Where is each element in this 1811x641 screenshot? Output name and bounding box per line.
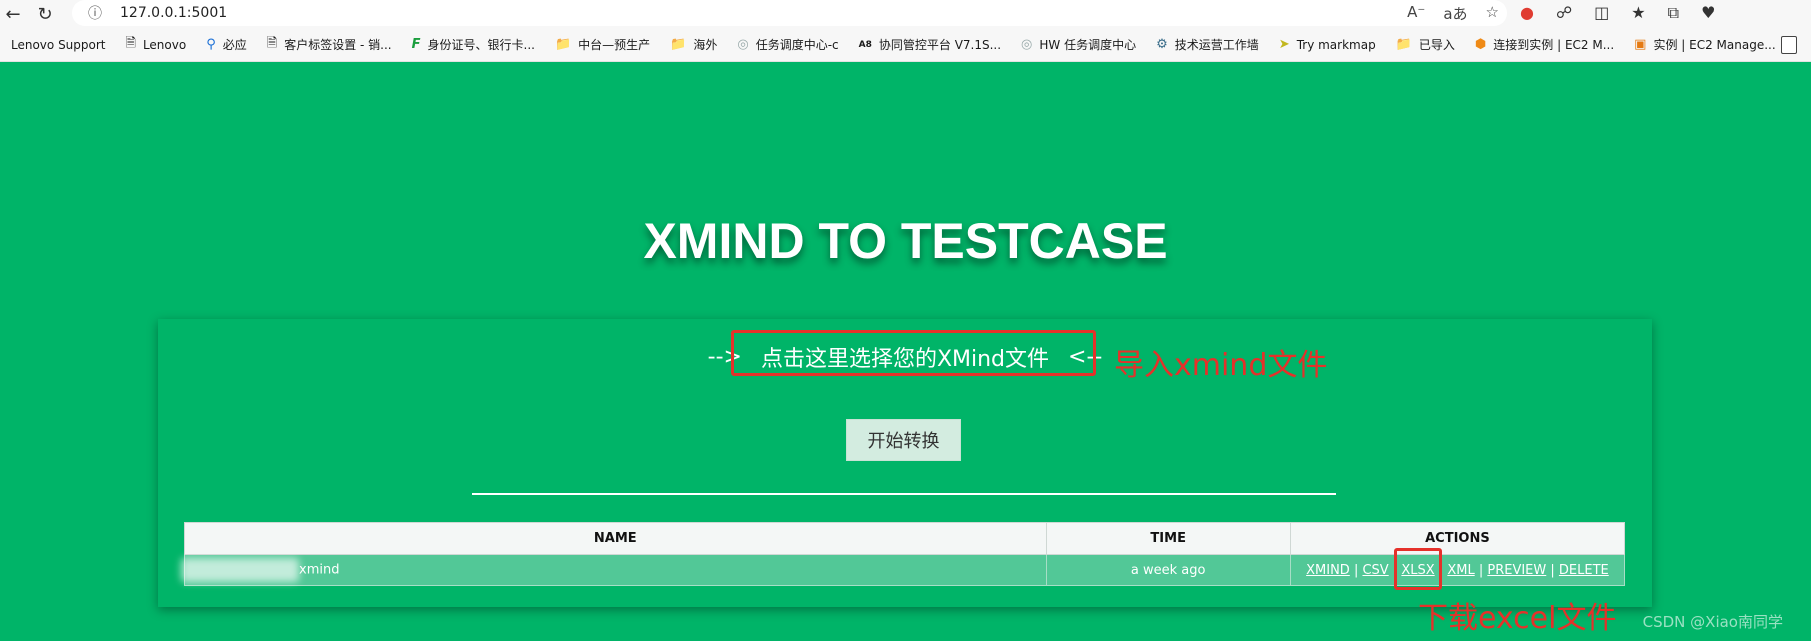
bookmark-customer-tags[interactable]: 🗎 客户标签设置 - 销...: [267, 34, 392, 56]
info-icon[interactable]: ⓘ: [88, 3, 102, 23]
bookmark-overseas-folder[interactable]: 📁 海外: [670, 36, 717, 53]
file-actions-cell: XMIND | CSV | XLSX | XML | PREVIEW | DEL…: [1289, 554, 1626, 586]
bookmark-tech-ops[interactable]: ⚙ 技术运营工作墙: [1156, 36, 1259, 53]
page-title: XMIND TO TESTCASE: [643, 213, 1168, 269]
preview-link[interactable]: PREVIEW: [1487, 563, 1546, 578]
import-annotation: 导入xmind文件: [1114, 348, 1328, 383]
column-header-actions: ACTIONS: [1289, 522, 1626, 555]
ops-icon: ⚙: [1156, 37, 1168, 52]
search-icon: ⚲: [206, 37, 216, 52]
arrow-left-icon: ←: [5, 3, 21, 25]
bookmark-lenovo[interactable]: 🗎 Lenovo: [126, 34, 187, 56]
collections-icon[interactable]: ⧉: [1668, 3, 1679, 23]
watermark: CSDN @Xiao南同学: [1642, 613, 1783, 631]
globe-icon: ◎: [1021, 37, 1033, 52]
browser-essentials-icon[interactable]: ♥: [1701, 3, 1715, 23]
favorites-list-icon[interactable]: ★: [1631, 3, 1645, 23]
upload-highlight-box: [731, 330, 1096, 376]
bookmark-bing[interactable]: ⚲ 必应: [206, 36, 247, 53]
download-xmind-link[interactable]: XMIND: [1306, 563, 1350, 578]
column-header-time: TIME: [1045, 522, 1291, 555]
bookmark-imported-folder[interactable]: 📁 已导入: [1396, 36, 1455, 53]
folder-icon: 📁: [554, 37, 572, 52]
cube-icon: ⬢: [1474, 37, 1487, 52]
file-name-cell: xmind: [181, 554, 1047, 586]
favorite-star-icon[interactable]: ☆: [1486, 3, 1499, 24]
bookmark-preprod-folder[interactable]: 📁 中台—预生产: [555, 36, 650, 53]
refresh-icon: ↻: [37, 3, 53, 25]
xlsx-highlight-box: [1394, 548, 1442, 590]
page-icon: 🗎: [266, 35, 278, 51]
back-button[interactable]: ←: [2, 3, 24, 25]
download-annotation: 下载excel文件: [1418, 601, 1617, 636]
divider: [472, 493, 1336, 495]
download-xml-link[interactable]: XML: [1447, 563, 1474, 578]
a8-logo-icon: A8: [858, 39, 872, 50]
markmap-icon: ➤: [1278, 37, 1290, 52]
refresh-button[interactable]: ↻: [34, 3, 56, 25]
bookmark-id-number[interactable]: F 身份证号、银行卡...: [412, 36, 535, 53]
file-name: xmind: [299, 562, 340, 578]
address-bar-area: ← ↻ ⓘ 127.0.0.1:5001 A⁻ aあ ☆ ● ☍ ◫ ★ ⧉ ♥: [0, 0, 1811, 28]
bookmark-task-scheduler-c[interactable]: ◎ 任务调度中心-c: [737, 36, 838, 53]
url-bar[interactable]: ⓘ 127.0.0.1:5001 A⁻ aあ ☆: [72, 0, 1507, 26]
bookmark-markmap[interactable]: ➤ Try markmap: [1279, 37, 1376, 52]
globe-icon: ◎: [737, 37, 749, 52]
page-icon: 🗎: [125, 35, 136, 51]
bookmark-collab-platform[interactable]: A8 协同管控平台 V7.1S...: [859, 36, 1001, 53]
read-aloud-icon[interactable]: A⁻: [1407, 3, 1425, 24]
extensions-puzzle-icon[interactable]: ☍: [1556, 3, 1572, 23]
f-logo-icon: F: [411, 37, 421, 52]
redacted-filename: [181, 558, 299, 582]
file-time-cell: a week ago: [1045, 554, 1291, 586]
column-header-name: NAME: [184, 522, 1047, 555]
extension-red-icon[interactable]: ●: [1520, 3, 1534, 23]
translate-icon[interactable]: aあ: [1443, 3, 1467, 24]
delete-link[interactable]: DELETE: [1559, 563, 1609, 578]
bookmarks-overflow-icon[interactable]: [1781, 36, 1797, 54]
split-screen-icon[interactable]: ◫: [1594, 3, 1609, 23]
bookmark-ec2-instances[interactable]: ▣ 实例 | EC2 Manage...: [1634, 36, 1776, 53]
bookmarks-bar: Lenovo Support 🗎 Lenovo ⚲ 必应 🗎 客户标签设置 - 销..…: [0, 28, 1811, 62]
start-convert-button[interactable]: 开始转换: [846, 419, 961, 461]
folder-icon: 📁: [1395, 37, 1412, 52]
bookmark-hw-scheduler[interactable]: ◎ HW 任务调度中心: [1021, 36, 1136, 53]
ec2-icon: ▣: [1634, 37, 1647, 52]
folder-icon: 📁: [670, 37, 687, 52]
bookmark-lenovo-support[interactable]: Lenovo Support: [11, 38, 106, 52]
url-text[interactable]: 127.0.0.1:5001: [120, 5, 227, 21]
bookmark-ec2-connect[interactable]: ⬢ 连接到实例 | EC2 M...: [1475, 36, 1614, 53]
download-csv-link[interactable]: CSV: [1362, 563, 1388, 578]
